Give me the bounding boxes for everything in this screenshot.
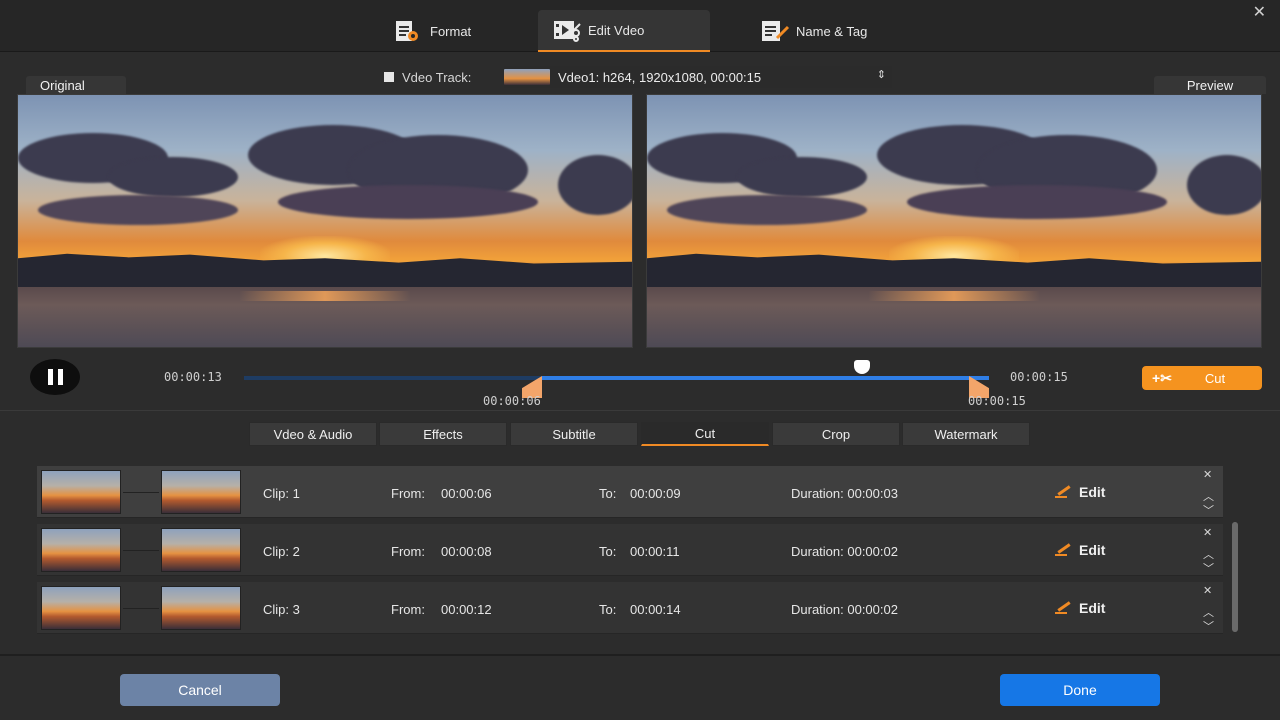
pause-icon <box>47 369 53 385</box>
current-time: 00:00:13 <box>164 370 222 384</box>
subtab-video-audio[interactable]: Vdeo & Audio <box>249 422 377 446</box>
clip-start-thumbnail <box>41 528 121 572</box>
name-tag-icon <box>760 19 790 43</box>
clip-edit-button[interactable]: Edit <box>1055 600 1105 616</box>
cancel-button[interactable]: Cancel <box>120 674 280 706</box>
select-arrows-icon: ⇕ <box>876 69 886 81</box>
preview-video-panel <box>646 94 1262 348</box>
clip-end-thumbnail <box>161 586 241 630</box>
clip-remove-icon[interactable]: ✕ <box>1203 526 1212 539</box>
clip-edit-button[interactable]: Edit <box>1055 542 1105 558</box>
tab-edit-video-label: Edit Vdeo <box>588 22 645 38</box>
clip-from-label: From: <box>391 602 425 617</box>
clip-number: Clip: 3 <box>263 602 300 617</box>
video-track-label: Vdeo Track: <box>402 69 472 85</box>
pencil-icon <box>1055 487 1071 498</box>
clip-edit-label: Edit <box>1079 542 1106 558</box>
tab-format[interactable]: Format <box>380 10 485 52</box>
clip-to-label: To: <box>599 602 617 617</box>
original-video-panel <box>17 94 633 348</box>
tab-name-tag-label: Name & Tag <box>796 23 868 39</box>
clip-start-thumbnail <box>41 586 121 630</box>
add-cut-scissors-icon: +✂ <box>1152 369 1172 386</box>
clip-to-time: 00:00:11 <box>630 544 680 559</box>
tab-edit-video[interactable]: Edit Vdeo <box>538 10 710 52</box>
move-down-icon[interactable]: ﹀ <box>1203 502 1214 518</box>
clip-remove-icon[interactable]: ✕ <box>1203 468 1212 481</box>
close-icon[interactable]: ✕ <box>1253 2 1266 22</box>
clip-from-label: From: <box>391 544 425 559</box>
clip-start-thumbnail <box>41 470 121 514</box>
track-thumbnail <box>504 69 550 85</box>
clip-end-thumbnail <box>161 528 241 572</box>
clip-from-label: From: <box>391 486 425 501</box>
clip-edit-label: Edit <box>1079 484 1106 500</box>
video-track-value: Vdeo1: h264, 1920x1080, 00:00:15 <box>558 69 762 85</box>
clip-duration: Duration: 00:00:02 <box>791 544 898 559</box>
clip-end-thumbnail <box>161 470 241 514</box>
tab-name-tag[interactable]: Name & Tag <box>746 10 881 52</box>
clip-edit-label: Edit <box>1079 600 1106 616</box>
move-down-icon[interactable]: ﹀ <box>1203 618 1214 634</box>
clip-duration: Duration: 00:00:03 <box>791 486 898 501</box>
trim-start-time: 00:00:06 <box>483 394 541 408</box>
clip-number: Clip: 2 <box>263 544 300 559</box>
video-editor-window: Format Edit Vdeo Name & Tag ✕ Vdeo Track… <box>0 0 1280 720</box>
move-down-icon[interactable]: ﹀ <box>1203 560 1214 576</box>
cut-button[interactable]: +✂ Cut <box>1142 366 1262 390</box>
video-track-select[interactable]: Vdeo1: h264, 1920x1080, 00:00:15 ⇕ <box>504 66 892 88</box>
subtab-crop[interactable]: Crop <box>772 422 900 446</box>
pencil-icon <box>1055 603 1071 614</box>
clip-remove-icon[interactable]: ✕ <box>1203 584 1212 597</box>
clip-row[interactable]: Clip: 1 From: 00:00:06 To: 00:00:09 Dura… <box>37 466 1223 518</box>
clip-from-time: 00:00:08 <box>441 544 492 559</box>
cut-button-label: Cut <box>1204 370 1226 386</box>
clip-list: Clip: 1 From: 00:00:06 To: 00:00:09 Dura… <box>37 466 1225 636</box>
tab-format-label: Format <box>430 23 472 39</box>
clip-controls: ✕ ︿ ﹀ <box>1197 582 1221 634</box>
playhead-marker[interactable] <box>854 360 871 374</box>
total-time: 00:00:15 <box>1010 370 1068 384</box>
clip-to-label: To: <box>599 486 617 501</box>
pause-button[interactable] <box>30 359 80 395</box>
video-track-toggle[interactable]: Vdeo Track: <box>384 66 471 88</box>
clip-list-scrollbar[interactable] <box>1232 522 1238 632</box>
subtab-watermark[interactable]: Watermark <box>902 422 1030 446</box>
pencil-icon <box>1055 545 1071 556</box>
subtab-subtitle[interactable]: Subtitle <box>510 422 638 446</box>
clip-number: Clip: 1 <box>263 486 300 501</box>
divider <box>0 410 1280 411</box>
trim-end-time: 00:00:15 <box>968 394 1026 408</box>
clip-edit-button[interactable]: Edit <box>1055 484 1105 500</box>
top-tab-bar: Format Edit Vdeo Name & Tag ✕ <box>0 0 1280 52</box>
clip-controls: ✕ ︿ ﹀ <box>1197 466 1221 518</box>
format-icon <box>394 19 420 43</box>
timeline-selection <box>542 376 989 380</box>
timeline-track[interactable] <box>244 376 989 380</box>
clip-to-time: 00:00:09 <box>630 486 681 501</box>
original-label: Original <box>26 76 126 94</box>
done-button[interactable]: Done <box>1000 674 1160 706</box>
clip-from-time: 00:00:06 <box>441 486 492 501</box>
edit-video-icon <box>552 18 581 42</box>
preview-label: Preview <box>1154 76 1266 94</box>
clip-from-time: 00:00:12 <box>441 602 492 617</box>
video-track-checkbox[interactable] <box>384 72 394 82</box>
clip-row[interactable]: Clip: 3 From: 00:00:12 To: 00:00:14 Dura… <box>37 582 1223 634</box>
clip-duration: Duration: 00:00:02 <box>791 602 898 617</box>
clip-to-time: 00:00:14 <box>630 602 681 617</box>
subtab-cut[interactable]: Cut <box>641 422 769 446</box>
clip-controls: ✕ ︿ ﹀ <box>1197 524 1221 576</box>
subtab-effects[interactable]: Effects <box>379 422 507 446</box>
clip-to-label: To: <box>599 544 617 559</box>
clip-row[interactable]: Clip: 2 From: 00:00:08 To: 00:00:11 Dura… <box>37 524 1223 576</box>
footer-divider <box>0 654 1280 656</box>
